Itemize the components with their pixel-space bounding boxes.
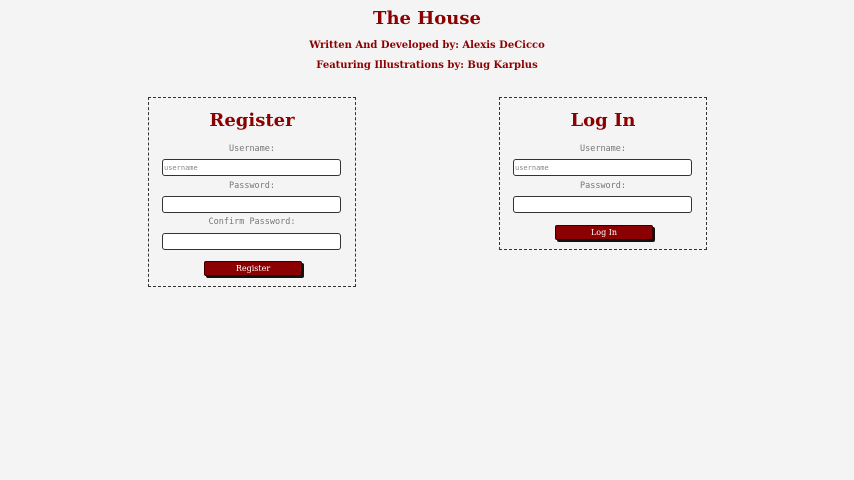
register-form: Register Username: Password: Confirm Pas… (148, 97, 356, 287)
register-password-input[interactable] (162, 196, 341, 213)
illustrator-credit: Featuring Illustrations by: Bug Karplus (316, 60, 538, 71)
register-username-label: Username: (228, 144, 276, 154)
login-title: Log In (570, 110, 636, 131)
register-title: Register (209, 110, 295, 131)
register-confirm-password-label: Confirm Password: (208, 217, 296, 227)
register-confirm-password-input[interactable] (162, 233, 341, 250)
login-password-label: Password: (579, 181, 627, 191)
login-username-input[interactable] (513, 159, 692, 176)
register-password-label: Password: (228, 181, 276, 191)
register-username-input[interactable] (162, 159, 341, 176)
login-password-input[interactable] (513, 196, 692, 213)
site-title: The House (373, 8, 481, 29)
login-form: Log In Username: Password: Log In (499, 97, 707, 250)
author-credit: Written And Developed by: Alexis DeCicco (309, 40, 545, 51)
login-username-label: Username: (579, 144, 627, 154)
register-button[interactable]: Register (204, 261, 302, 276)
login-button[interactable]: Log In (555, 225, 653, 240)
